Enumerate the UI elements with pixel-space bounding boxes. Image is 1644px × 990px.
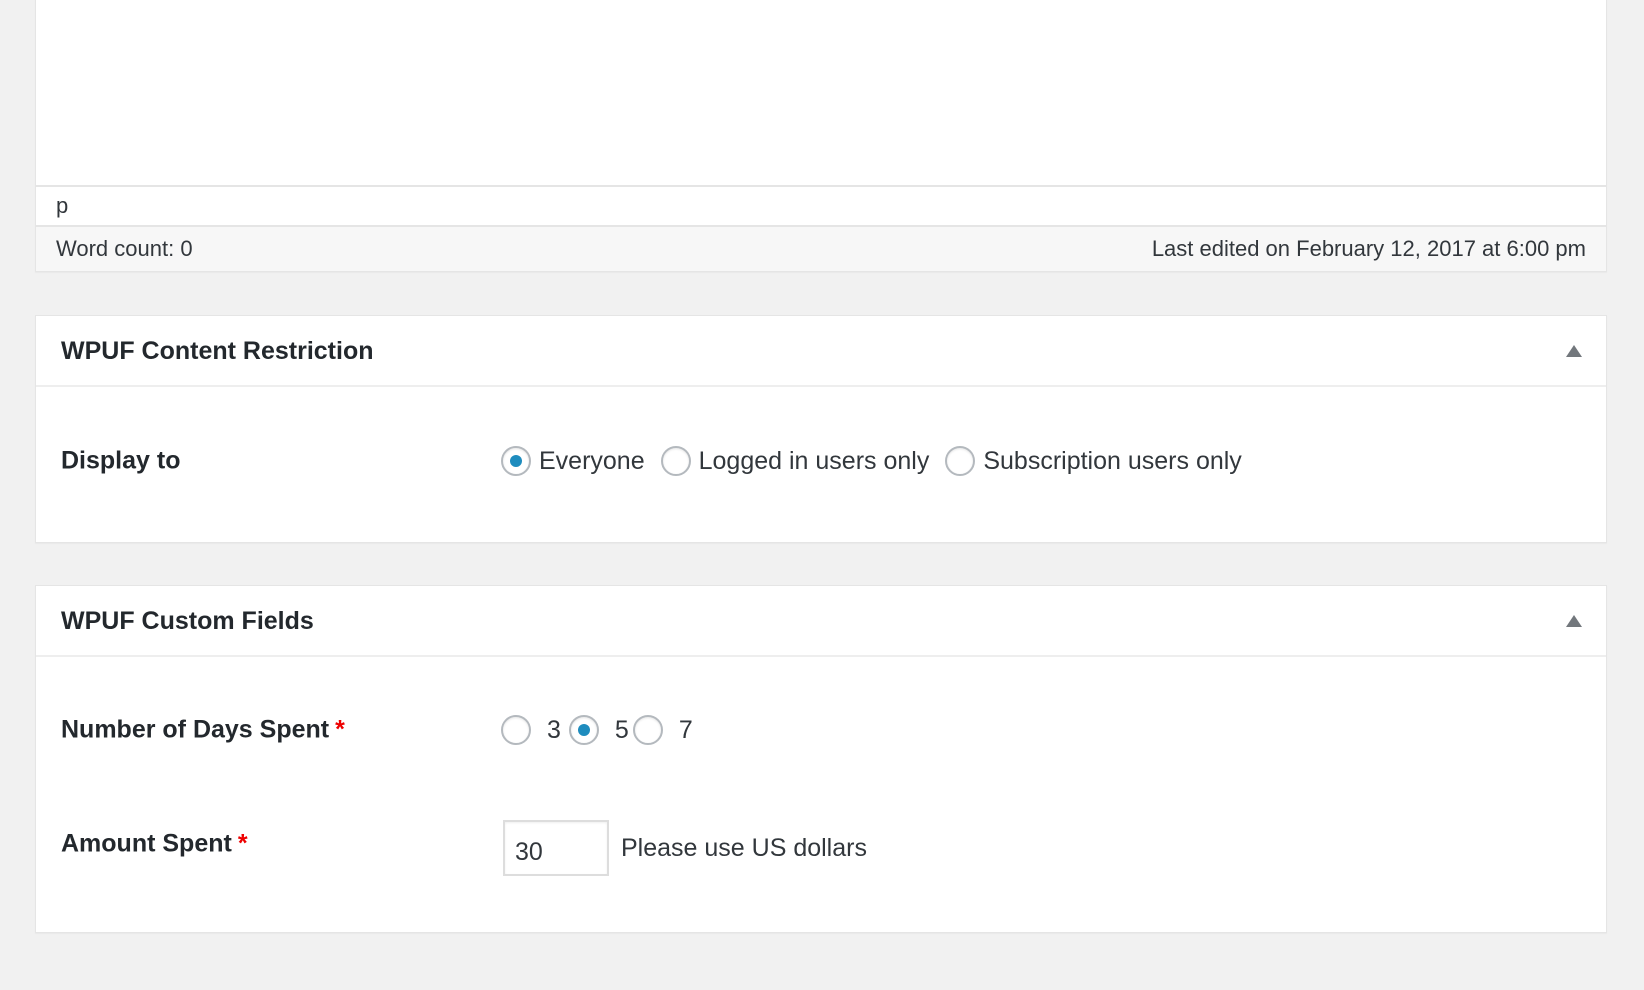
custom-fields-panel: WPUF Custom Fields Number of Days Spent *…	[35, 585, 1607, 933]
panel-header[interactable]: WPUF Content Restriction	[36, 316, 1606, 387]
editor-status-bar: Word count: 0 Last edited on February 12…	[36, 225, 1606, 271]
option-label: Logged in users only	[698, 446, 930, 475]
option-subscription[interactable]: Subscription users only	[945, 446, 1242, 476]
radio-logged-in[interactable]	[660, 446, 691, 476]
required-mark: *	[237, 829, 248, 858]
option-logged-in[interactable]: Logged in users only	[660, 446, 930, 476]
word-count: Word count: 0	[56, 236, 193, 261]
editor-content-area[interactable]	[36, 0, 1606, 185]
radio-3[interactable]	[501, 715, 531, 745]
option-label: Everyone	[539, 446, 645, 475]
radio-5[interactable]	[568, 715, 599, 745]
option-everyone[interactable]: Everyone	[501, 446, 645, 476]
post-editor: p Word count: 0 Last edited on February …	[35, 0, 1607, 272]
radio-subscription[interactable]	[945, 446, 976, 476]
display-to-label: Display to	[61, 446, 181, 475]
option-label: 5	[614, 715, 629, 744]
days-spent-label: Number of Days Spent *	[61, 715, 345, 744]
triangle-up-icon[interactable]	[1566, 345, 1582, 357]
panel-title: WPUF Custom Fields	[61, 607, 314, 635]
editor-element-path: p	[36, 185, 1606, 225]
panel-title: WPUF Content Restriction	[61, 337, 374, 365]
panel-header[interactable]: WPUF Custom Fields	[36, 586, 1606, 657]
amount-help-text: Please use US dollars	[621, 833, 867, 862]
display-to-options: Everyone Logged in users only Subscripti…	[501, 446, 1242, 476]
option-7[interactable]: 7	[632, 715, 693, 745]
amount-spent-label: Amount Spent *	[61, 829, 248, 858]
days-spent-options: 3 5 7	[501, 715, 693, 745]
option-3[interactable]: 3	[501, 715, 561, 745]
triangle-up-icon[interactable]	[1566, 615, 1582, 627]
option-label: 3	[547, 715, 561, 744]
amount-spent-field: Please use US dollars	[503, 820, 867, 876]
content-restriction-panel: WPUF Content Restriction Display to Ever…	[35, 315, 1607, 543]
option-5[interactable]: 5	[568, 715, 629, 745]
amount-spent-input[interactable]	[503, 820, 609, 876]
option-label: Subscription users only	[983, 446, 1242, 475]
required-mark: *	[335, 715, 345, 744]
radio-7[interactable]	[632, 715, 663, 745]
element-path-p[interactable]: p	[56, 193, 68, 218]
last-edited: Last edited on February 12, 2017 at 6:00…	[1151, 236, 1586, 261]
option-label: 7	[678, 715, 693, 744]
radio-everyone[interactable]	[501, 446, 531, 476]
